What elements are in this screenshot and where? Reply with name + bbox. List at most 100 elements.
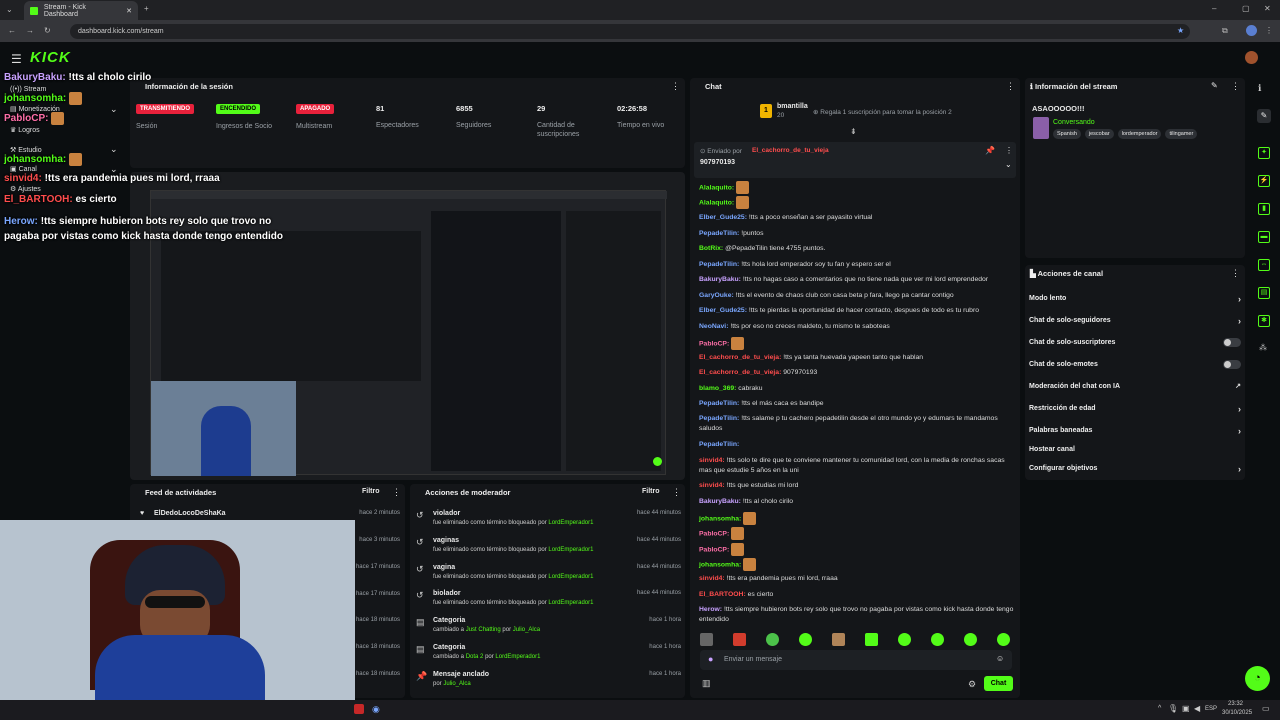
chat-username[interactable]: Elber_Gude25:: [699, 214, 747, 221]
pinned-message[interactable]: ⊙ Enviado por El_cachorro_de_tu_vieja 90…: [694, 142, 1016, 178]
emote-icon[interactable]: [766, 632, 779, 646]
mod-action-user[interactable]: Julio_Alca: [513, 627, 540, 633]
mod-action-user[interactable]: LordEmperador1: [548, 547, 593, 553]
apps-icon[interactable]: ⁂: [1259, 343, 1267, 352]
emote-icon[interactable]: [931, 632, 944, 646]
kick-logo[interactable]: KICK: [30, 49, 71, 66]
chat-username[interactable]: BakuryBaku:: [699, 498, 741, 505]
more-options-icon[interactable]: ⋮: [671, 81, 680, 92]
new-tab-icon[interactable]: +: [144, 4, 149, 13]
emoji-icon[interactable]: ☺: [996, 654, 1004, 663]
mod-filter-button[interactable]: Filtro: [642, 488, 660, 495]
chat-bubble-icon[interactable]: ▬: [1258, 231, 1270, 243]
emote-icon[interactable]: [865, 632, 878, 646]
mod-action-category[interactable]: Just Chatting: [466, 627, 501, 633]
chat-username[interactable]: PepadeTilin:: [699, 441, 739, 448]
chat-input-placeholder[interactable]: Enviar un mensaje: [724, 656, 782, 663]
mod-action-user[interactable]: LordEmperador1: [495, 654, 540, 660]
chat-username[interactable]: Elber_Gude25:: [699, 307, 747, 314]
chat-username[interactable]: PepadeTilin:: [699, 400, 739, 407]
emote-icon[interactable]: [700, 632, 713, 646]
sidebar-item-ajustes[interactable]: ⚙ Ajustes: [10, 185, 41, 193]
card-icon[interactable]: ▮: [1258, 203, 1270, 215]
mod-action-user[interactable]: LordEmperador1: [548, 600, 593, 606]
chat-username[interactable]: sinvid4:: [699, 575, 725, 582]
chat-username[interactable]: BotRix:: [699, 245, 723, 252]
stream-category[interactable]: Conversando: [1053, 119, 1095, 126]
mic-icon[interactable]: 🎙: [1168, 704, 1178, 713]
emote-icon[interactable]: [832, 632, 845, 646]
top-gifter-name[interactable]: bmantilla: [777, 103, 808, 110]
chat-username[interactable]: johansomha:: [699, 561, 741, 568]
steam-icon[interactable]: ◉: [372, 704, 380, 715]
chat-username[interactable]: El_BARTOOH:: [699, 591, 746, 598]
chevron-down-icon[interactable]: ⌄: [1005, 160, 1012, 169]
chevron-down-icon[interactable]: ⌄: [110, 144, 118, 155]
feed-filter-button[interactable]: Filtro: [362, 488, 380, 495]
mod-action-category[interactable]: Dota 2: [466, 654, 484, 660]
more-options-icon[interactable]: ⋮: [1231, 81, 1240, 92]
chat-username[interactable]: Herow:: [699, 606, 722, 613]
chat-username[interactable]: NeoNavi:: [699, 323, 728, 330]
sidebar-item-canal[interactable]: ▣ Canal: [10, 165, 37, 173]
unpin-icon[interactable]: 📌: [985, 146, 995, 155]
minimize-icon[interactable]: –: [1212, 4, 1216, 13]
emote-icon[interactable]: [997, 632, 1010, 646]
more-options-icon[interactable]: ⋮: [392, 487, 401, 498]
browser-tab[interactable]: Stream - Kick Dashboard ✕: [24, 1, 138, 20]
more-options-icon[interactable]: ⋮: [672, 487, 681, 498]
edit-pencil-icon[interactable]: ✎: [1211, 81, 1218, 90]
clock-time[interactable]: 23:32: [1228, 701, 1243, 707]
back-icon[interactable]: ←: [8, 26, 16, 35]
banned-words-option[interactable]: Palabras baneadas ›: [1029, 426, 1241, 436]
browser-menu-icon[interactable]: ⋮: [1265, 26, 1273, 35]
emotes-only-toggle[interactable]: [1223, 360, 1241, 369]
language-indicator[interactable]: ESP: [1205, 706, 1217, 712]
configure-goals-option[interactable]: Configurar objetivos ›: [1029, 464, 1241, 474]
more-options-icon[interactable]: ⋮: [1006, 81, 1015, 92]
emote-icon[interactable]: [898, 632, 911, 646]
volume-icon[interactable]: ◀: [1194, 704, 1200, 713]
more-options-icon[interactable]: ⋮: [1005, 146, 1013, 155]
chat-username[interactable]: PepadeTilin:: [699, 415, 739, 422]
notifications-icon[interactable]: ▭: [1262, 704, 1270, 713]
slow-mode-option[interactable]: Modo lento ›: [1029, 294, 1241, 304]
forward-icon[interactable]: →: [26, 26, 34, 35]
host-channel-option[interactable]: Hostear canal: [1029, 446, 1241, 453]
clock-date[interactable]: 30/10/2025: [1222, 710, 1252, 716]
wrench-icon[interactable]: ✱: [1258, 315, 1270, 327]
emotes-only-option[interactable]: Chat de solo-emotes: [1029, 360, 1241, 369]
url-bar[interactable]: dashboard.kick.com/stream: [70, 24, 1190, 39]
chat-input-box[interactable]: ● Enviar un mensaje ☺: [700, 650, 1012, 670]
mod-action-user[interactable]: LordEmperador1: [548, 520, 593, 526]
shield-icon[interactable]: ✦: [1258, 147, 1270, 159]
mod-action-user[interactable]: Julio_Alca: [443, 681, 470, 687]
subscribers-only-toggle[interactable]: [1223, 338, 1241, 347]
network-icon[interactable]: ▣: [1182, 704, 1190, 713]
subscribers-only-option[interactable]: Chat de solo-suscriptores: [1029, 338, 1241, 347]
user-avatar[interactable]: [1245, 51, 1258, 64]
age-restriction-option[interactable]: Restricción de edad ›: [1029, 404, 1241, 414]
close-window-icon[interactable]: ✕: [1264, 4, 1271, 13]
chat-username[interactable]: blamo_369:: [699, 385, 736, 392]
chat-username[interactable]: PabloCP:: [699, 530, 729, 537]
grid-icon[interactable]: ▤: [1258, 287, 1270, 299]
chat-username[interactable]: PabloCP:: [699, 546, 729, 553]
ai-moderation-option[interactable]: Moderación del chat con IA ↗: [1029, 383, 1241, 390]
chat-username[interactable]: GaryOuke:: [699, 292, 734, 299]
edit-pencil-icon[interactable]: ✎: [1257, 109, 1271, 123]
extensions-icon[interactable]: ⧉: [1222, 26, 1228, 36]
sidebar-item-logros[interactable]: ♛ Logros: [10, 126, 40, 134]
info-icon[interactable]: ℹ: [1258, 83, 1261, 94]
chat-username[interactable]: johansomha:: [699, 515, 741, 522]
more-options-icon[interactable]: ⋮: [1231, 268, 1240, 279]
chevron-down-icon[interactable]: ⌄: [110, 104, 118, 115]
close-tab-icon[interactable]: ✕: [126, 7, 132, 15]
chat-username[interactable]: El_cachorro_de_tu_vieja:: [699, 354, 781, 361]
send-chat-button[interactable]: Chat: [984, 676, 1013, 691]
maximize-icon[interactable]: ▢: [1242, 4, 1250, 13]
link-icon[interactable]: ⇔: [1258, 259, 1270, 271]
tray-chevron-icon[interactable]: ^: [1158, 705, 1161, 712]
chat-username[interactable]: Alalaquito:: [699, 184, 734, 191]
chat-username[interactable]: BakuryBaku:: [699, 276, 741, 283]
